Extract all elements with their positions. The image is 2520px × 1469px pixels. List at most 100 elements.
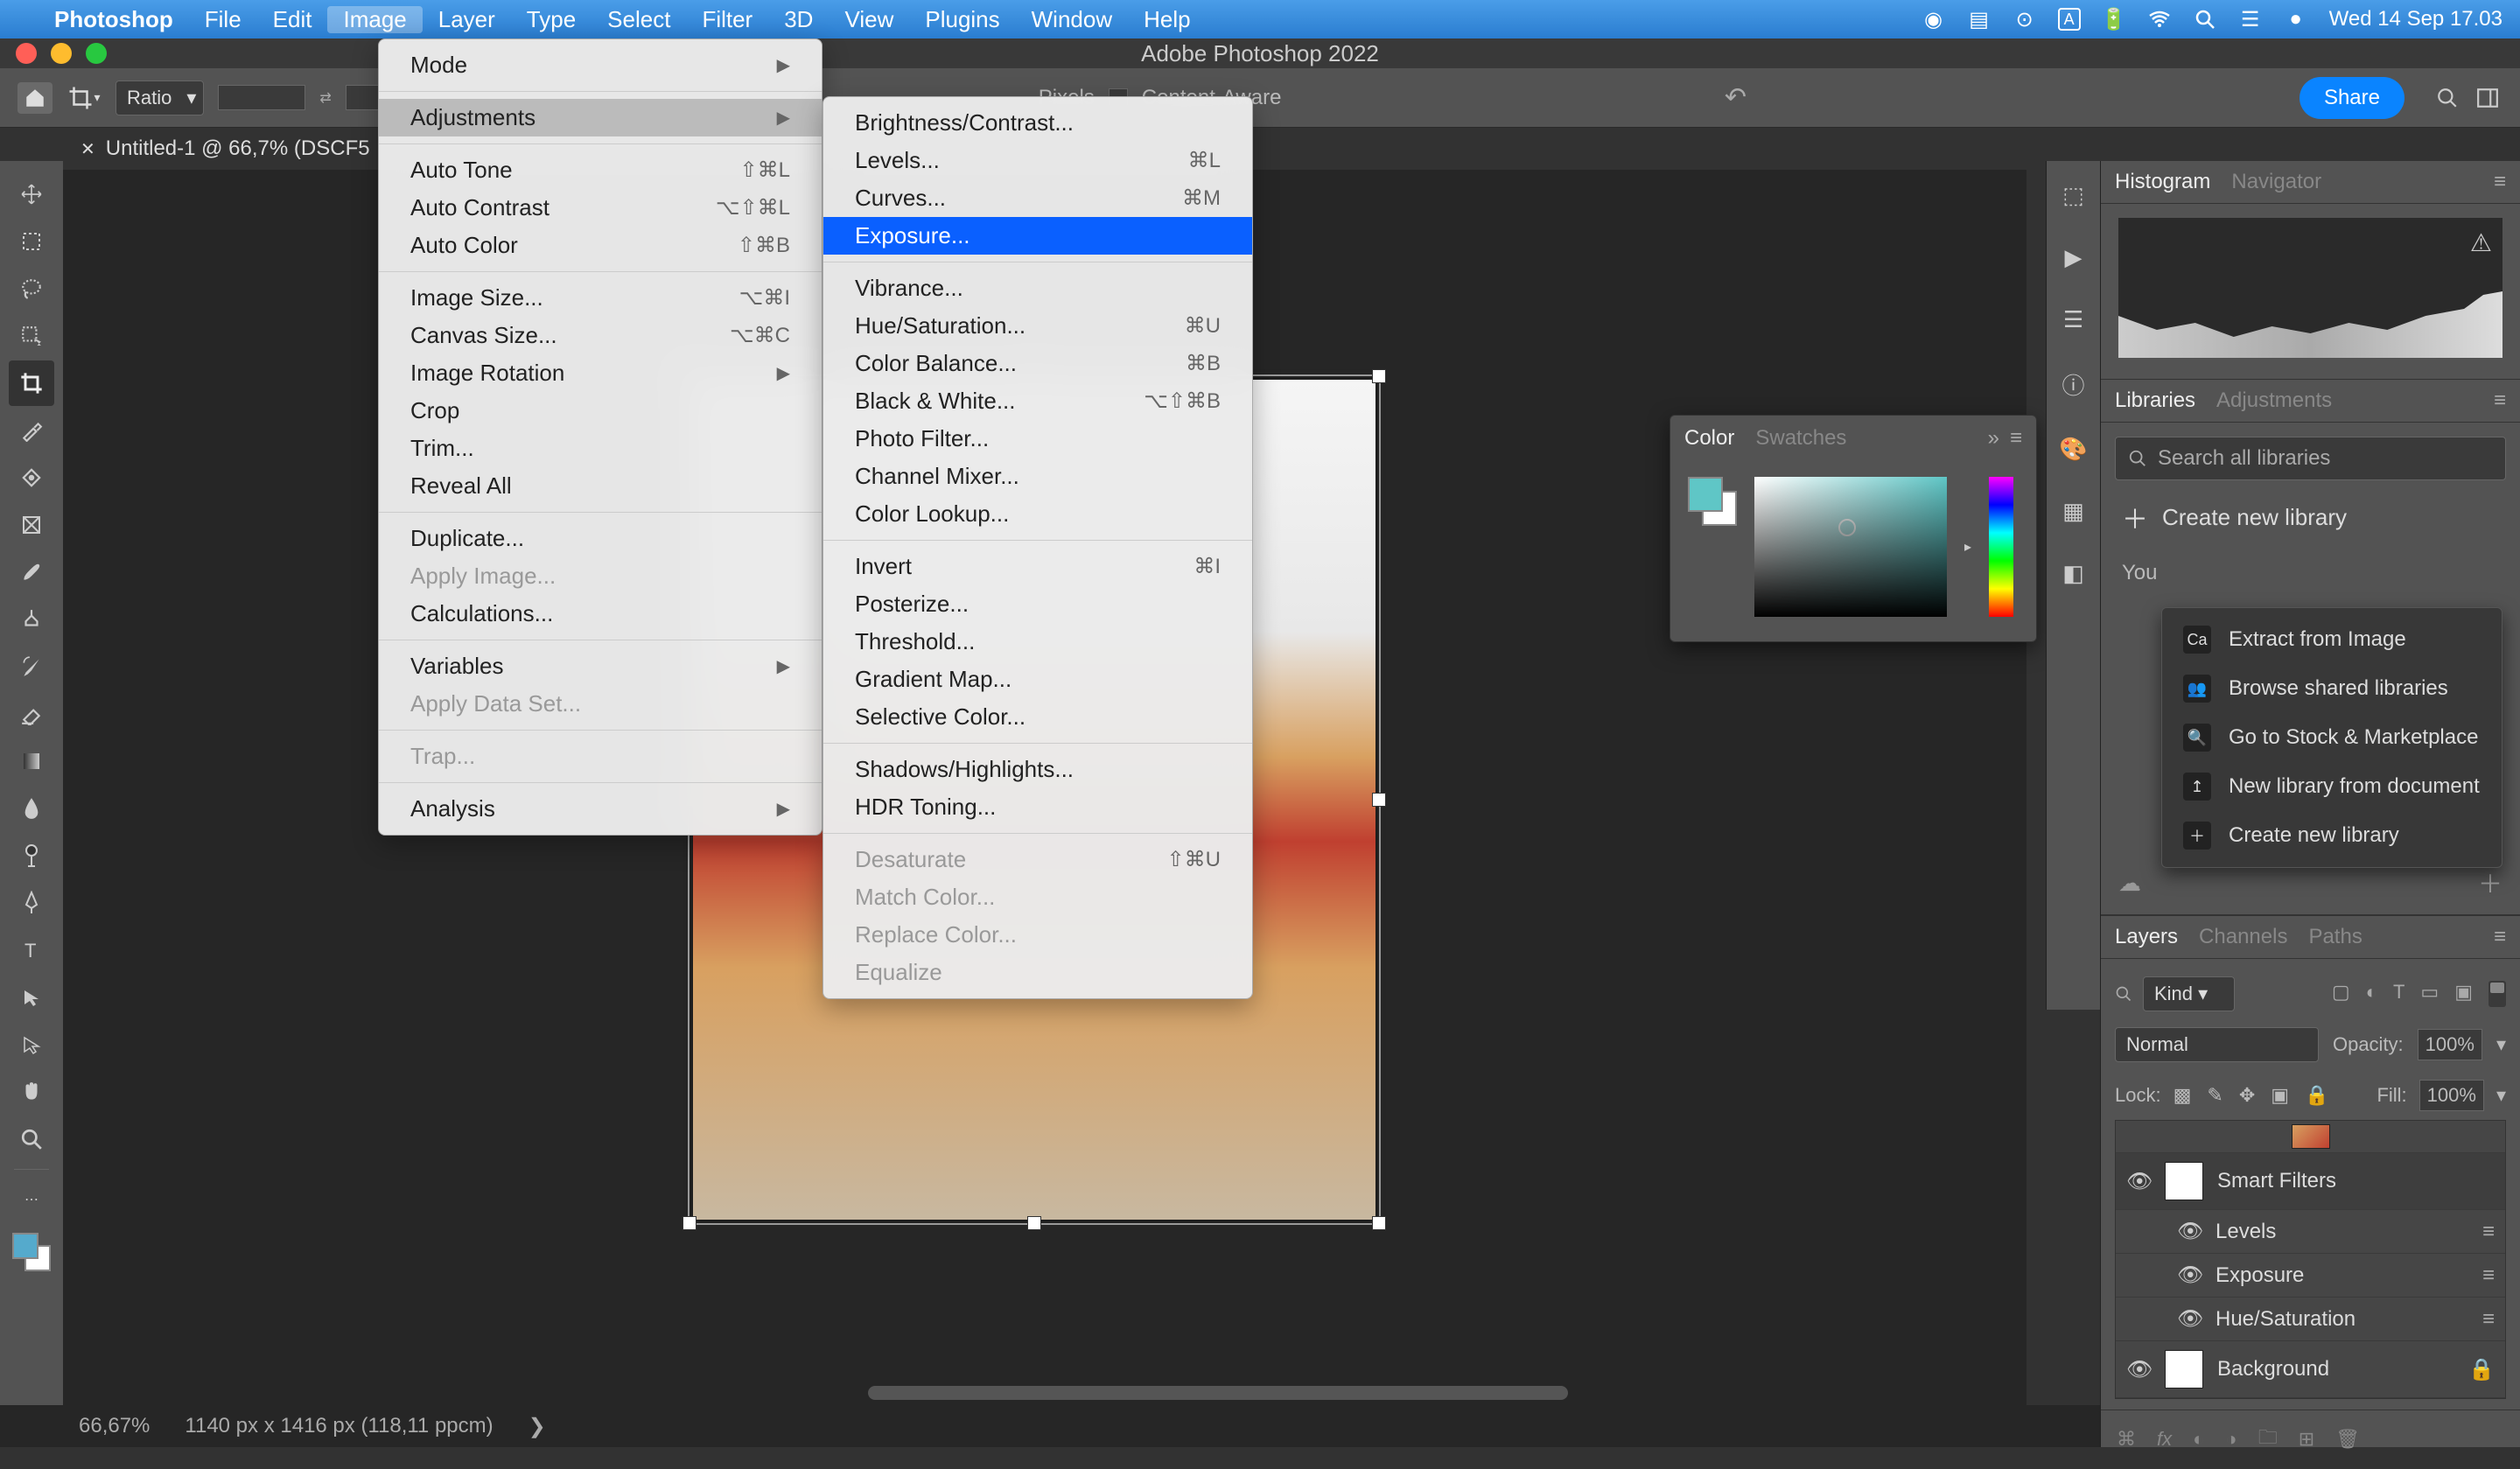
menu-item-image-size-[interactable]: Image Size...⌥⌘I (379, 279, 822, 317)
path-selection-tool[interactable] (9, 975, 54, 1020)
filter-blending-icon[interactable]: ≡ (2482, 1263, 2495, 1288)
visibility-toggle[interactable]: 👁 (2177, 1219, 2202, 1244)
menubar-datetime[interactable]: Wed 14 Sep 17.03 (2329, 7, 2502, 31)
filter-blending-icon[interactable]: ≡ (2482, 1307, 2495, 1332)
create-library-button[interactable]: ＋ Create new library (2115, 480, 2506, 554)
color-panel[interactable]: Color Swatches » ≡ ▸ (1670, 415, 2037, 642)
swatches-panel-icon[interactable]: 🎨 (2059, 436, 2087, 463)
link-layers-icon[interactable]: ⌘ (2117, 1428, 2136, 1451)
frame-tool[interactable] (9, 502, 54, 548)
cc-icon[interactable]: ◉ (1922, 7, 1946, 31)
layer-group-icon[interactable]: 🗀 (2258, 1423, 2278, 1456)
zoom-level[interactable]: 66,67% (79, 1414, 150, 1438)
ratio-dropdown[interactable]: Ratio▾ (116, 80, 204, 115)
lib-ctx-extract-from-image[interactable]: CaExtract from Image (2162, 615, 2502, 664)
visibility-toggle[interactable]: 👁 (2177, 1306, 2202, 1332)
menu-item-reveal-all[interactable]: Reveal All (379, 467, 822, 505)
control-center-icon[interactable]: ☰ (2238, 7, 2263, 31)
menu-item-auto-contrast[interactable]: Auto Contrast⌥⇧⌘L (379, 189, 822, 227)
menu-item-gradient-map-[interactable]: Gradient Map... (823, 661, 1252, 698)
battery-icon[interactable]: 🔋 (2102, 7, 2126, 31)
filter-smart-icon[interactable]: ▣ (2454, 981, 2473, 1007)
menu-item-invert[interactable]: Invert⌘I (823, 548, 1252, 585)
visibility-toggle[interactable]: 👁 (2126, 1357, 2151, 1382)
doc-dimensions[interactable]: 1140 px x 1416 px (118,11 ppcm) (185, 1414, 493, 1438)
menu-image[interactable]: Image (327, 6, 422, 33)
new-layer-icon[interactable]: ⊞ (2299, 1428, 2314, 1451)
menu-edit[interactable]: Edit (257, 6, 328, 33)
menu-item-trim-[interactable]: Trim... (379, 430, 822, 467)
dodge-tool[interactable] (9, 833, 54, 878)
filter-toggle[interactable] (2488, 981, 2506, 1007)
menu-help[interactable]: Help (1128, 6, 1206, 33)
maximize-window-button[interactable] (86, 43, 107, 64)
search-icon[interactable] (2436, 87, 2459, 109)
swap-icon[interactable]: ⇄ (319, 89, 331, 107)
marquee-tool[interactable] (9, 219, 54, 264)
menu-view[interactable]: View (829, 6, 909, 33)
wifi-icon[interactable] (2147, 7, 2172, 31)
crop-tool[interactable] (9, 360, 54, 406)
blend-mode-dropdown[interactable]: Normal (2115, 1027, 2319, 1062)
menu-filter[interactable]: Filter (686, 6, 768, 33)
menu-item-vibrance-[interactable]: Vibrance... (823, 269, 1252, 307)
spotlight-icon[interactable] (2193, 7, 2217, 31)
clone-stamp-tool[interactable] (9, 597, 54, 642)
menu-item-threshold-[interactable]: Threshold... (823, 623, 1252, 661)
lib-ctx-go-to-stock-marketplace[interactable]: 🔍Go to Stock & Marketplace (2162, 713, 2502, 762)
layer-background[interactable]: 👁Background🔒 (2116, 1341, 2505, 1398)
type-tool[interactable]: T (9, 927, 54, 973)
panel-menu-icon[interactable]: ≡ (2494, 925, 2506, 958)
menu-item-black-white-[interactable]: Black & White...⌥⇧⌘B (823, 382, 1252, 420)
menu-item-photo-filter-[interactable]: Photo Filter... (823, 420, 1252, 458)
menu-item-mode[interactable]: Mode▶ (379, 46, 822, 84)
menu-item-curves-[interactable]: Curves...⌘M (823, 179, 1252, 217)
menu-item-brightness-contrast-[interactable]: Brightness/Contrast... (823, 104, 1252, 142)
layer-filter-kind[interactable]: Kind ▾ (2143, 976, 2235, 1011)
app-menu[interactable]: Photoshop (38, 6, 189, 33)
color-tab[interactable]: Color (1684, 426, 1734, 459)
lasso-tool[interactable] (9, 266, 54, 311)
menu-item-adjustments[interactable]: Adjustments▶ (379, 99, 822, 136)
hue-slider[interactable] (1989, 477, 2013, 617)
menu-item-hdr-toning-[interactable]: HDR Toning... (823, 788, 1252, 826)
menu-item-hue-saturation-[interactable]: Hue/Saturation...⌘U (823, 307, 1252, 345)
library-search-input[interactable]: Search all libraries (2115, 437, 2506, 480)
lib-ctx-new-library-from-document[interactable]: ↥New library from document (2162, 762, 2502, 811)
histogram-tab[interactable]: Histogram (2115, 170, 2210, 203)
adjustment-layer-icon[interactable]: ◑ (2225, 1428, 2236, 1451)
filter-type-icon[interactable]: T (2393, 981, 2404, 1007)
sliders-panel-icon[interactable]: ☰ (2063, 306, 2083, 333)
histogram-warning-icon[interactable]: ⚠ (2470, 228, 2492, 257)
libraries-tab[interactable]: Libraries (2115, 388, 2195, 422)
menu-item-duplicate-[interactable]: Duplicate... (379, 520, 822, 557)
horizontal-scrollbar[interactable] (868, 1386, 1568, 1400)
menu-item-auto-color[interactable]: Auto Color⇧⌘B (379, 227, 822, 264)
layer-levels[interactable]: 👁Levels≡ (2116, 1210, 2505, 1254)
menu-item-canvas-size-[interactable]: Canvas Size...⌥⌘C (379, 317, 822, 354)
layers-tab[interactable]: Layers (2115, 925, 2178, 958)
menu-3d[interactable]: 3D (768, 6, 829, 33)
fill-input[interactable]: 100% (2419, 1080, 2484, 1111)
menu-item-calculations-[interactable]: Calculations... (379, 595, 822, 633)
layers-panel-icon[interactable]: ◧ (2062, 560, 2084, 587)
menu-item-image-rotation[interactable]: Image Rotation▶ (379, 354, 822, 392)
menu-item-auto-tone[interactable]: Auto Tone⇧⌘L (379, 151, 822, 189)
menu-plugins[interactable]: Plugins (909, 6, 1015, 33)
eyedropper-tool[interactable] (9, 408, 54, 453)
history-brush-tool[interactable] (9, 644, 54, 689)
layer-fx-icon[interactable]: fx (2157, 1428, 2172, 1451)
home-button[interactable] (18, 82, 52, 114)
menu-window[interactable]: Window (1016, 6, 1128, 33)
menu-item-variables[interactable]: Variables▶ (379, 647, 822, 685)
panel-menu-icon[interactable]: ≡ (2010, 426, 2022, 459)
filter-shape-icon[interactable]: ▭ (2420, 981, 2439, 1007)
close-window-button[interactable] (16, 43, 37, 64)
keyboard-icon[interactable]: A (2058, 8, 2081, 31)
layer-mask-icon[interactable]: ◐ (2193, 1428, 2204, 1451)
add-to-library-icon[interactable]: ＋ (2478, 865, 2502, 900)
move-tool[interactable] (9, 171, 54, 217)
menu-item-color-balance-[interactable]: Color Balance...⌘B (823, 345, 1252, 382)
direct-selection-tool[interactable] (9, 1022, 54, 1067)
share-button[interactable]: Share (2300, 77, 2404, 119)
